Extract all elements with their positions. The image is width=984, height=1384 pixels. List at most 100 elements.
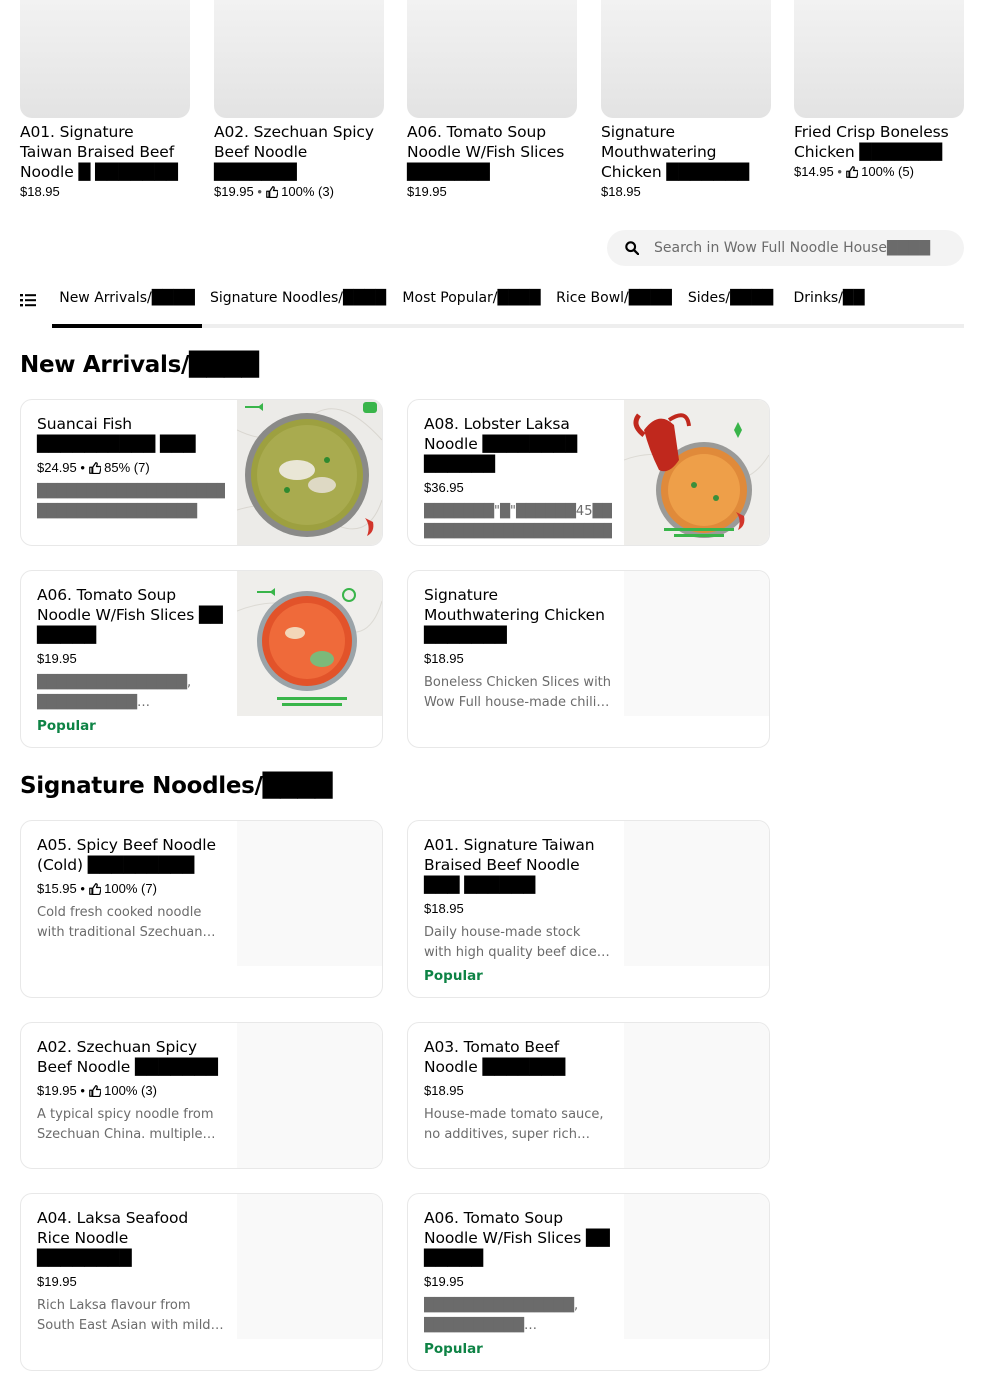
- featured-item[interactable]: A02. Szechuan Spicy Beef Noodle ███████ …: [214, 0, 384, 202]
- menu-item-price: $18.95: [424, 1083, 464, 1098]
- featured-item-price: $18.95: [601, 184, 641, 199]
- featured-item-image[interactable]: [407, 0, 577, 118]
- menu-item-description: ███████████████, ██████████ ████████████…: [37, 675, 192, 710]
- menu-item-title: Signature Mouthwatering Chicken ███████: [424, 586, 605, 644]
- menu-item-title: A08. Lobster Laksa Noodle ████████ █████…: [424, 415, 578, 473]
- featured-item[interactable]: A06. Tomato Soup Noodle W/Fish Slices ██…: [407, 0, 577, 202]
- featured-item-price: $14.95: [794, 164, 834, 179]
- search-icon: [625, 241, 639, 255]
- featured-item-title: Fried Crisp Boneless Chicken ███████: [794, 123, 949, 161]
- menu-item-body: A06. Tomato Soup Noodle W/Fish Slices ██…: [424, 1208, 612, 1336]
- featured-item-image[interactable]: [601, 0, 771, 118]
- menu-item-image[interactable]: [237, 400, 382, 545]
- featured-item-meta: $19.95 • 100% (3): [214, 184, 334, 199]
- menu-item-body: A02. Szechuan Spicy Beef Noodle ███████ …: [37, 1037, 225, 1145]
- popular-badge: Popular: [37, 718, 96, 734]
- tab-sides[interactable]: Sides/████: [679, 282, 782, 324]
- lobster-laksa-noodle-image: [624, 400, 769, 545]
- menu-item-description: Cold fresh cooked noodle with traditiona…: [37, 905, 203, 940]
- featured-item-image[interactable]: [20, 0, 190, 118]
- menu-item-price: $19.95: [37, 1274, 77, 1289]
- menu-item-description: Boneless Chicken Slices with Wow Full ho…: [424, 675, 612, 710]
- menu-item-meta: $15.95 • 100% (7): [37, 881, 157, 896]
- tab-most-popular[interactable]: Most Popular/████: [394, 282, 549, 324]
- menu-item-image[interactable]: [237, 821, 382, 966]
- menu-item-price: $19.95: [37, 651, 77, 666]
- menu-item-image[interactable]: [624, 571, 769, 716]
- menu-item-title: Suancai Fish ██████████ ███: [37, 415, 196, 453]
- sauerkraut-fish-soup-image: [237, 400, 382, 545]
- tab-signature-noodles[interactable]: Signature Noodles/████: [202, 282, 394, 324]
- menu-item-description: House-made tomato sauce, no additives, s…: [424, 1107, 604, 1142]
- menu-item-rating: 100% (3): [104, 1083, 157, 1098]
- category-tabs: New Arrivals/████ Signature Noodles/████…: [52, 282, 964, 328]
- featured-item-title: A06. Tomato Soup Noodle W/Fish Slices ██…: [407, 123, 565, 181]
- featured-item-meta: $19.95: [407, 182, 577, 202]
- menu-item-image[interactable]: [624, 1023, 769, 1168]
- featured-item-price: $18.95: [20, 184, 60, 199]
- popular-badge: Popular: [424, 968, 483, 984]
- menu-item-price: $24.95: [37, 460, 77, 475]
- featured-item-price: $19.95: [214, 184, 254, 199]
- menu-item-image[interactable]: [237, 571, 382, 716]
- menu-item-description: A typical spicy noodle from Szechuan Chi…: [37, 1107, 214, 1142]
- menu-item-card[interactable]: A06. Tomato Soup Noodle W/Fish Slices ██…: [20, 570, 383, 748]
- menu-item-card[interactable]: A04. Laksa Seafood Rice Noodle ████████ …: [20, 1193, 383, 1371]
- menu-item-price: $36.95: [424, 480, 464, 495]
- search-input[interactable]: [654, 240, 954, 256]
- menu-item-body: Suancai Fish ██████████ ███ $24.95 • 85%…: [37, 414, 225, 522]
- thumbs-up-icon: [265, 186, 278, 198]
- menu-item-price: $15.95: [37, 881, 77, 896]
- tab-rice-bowl[interactable]: Rice Bowl/████: [549, 282, 679, 324]
- menu-item-title: A02. Szechuan Spicy Beef Noodle ███████: [37, 1038, 218, 1076]
- menu-item-title: A06. Tomato Soup Noodle W/Fish Slices ██…: [424, 1209, 610, 1267]
- menu-item-title: A03. Tomato Beef Noodle ███████: [424, 1038, 566, 1076]
- store-search-bar[interactable]: [607, 230, 964, 266]
- thumbs-up-icon: [88, 462, 101, 474]
- menu-item-image[interactable]: [624, 400, 769, 545]
- featured-item-meta: $14.95 • 100% (5): [794, 164, 914, 179]
- menu-item-image[interactable]: [624, 821, 769, 966]
- menu-item-card[interactable]: A02. Szechuan Spicy Beef Noodle ███████ …: [20, 1022, 383, 1169]
- menu-item-card[interactable]: A03. Tomato Beef Noodle ███████ $18.95 H…: [407, 1022, 770, 1169]
- menu-item-meta: $18.95: [424, 649, 612, 669]
- menu-item-meta: $18.95: [424, 899, 612, 919]
- menu-item-image[interactable]: [237, 1194, 382, 1339]
- menu-item-meta: $19.95 • 100% (3): [37, 1083, 157, 1098]
- tab-new-arrivals[interactable]: New Arrivals/████: [52, 282, 202, 328]
- featured-item-rating: 100% (5): [861, 164, 914, 179]
- menu-item-card[interactable]: A08. Lobster Laksa Noodle ████████ █████…: [407, 399, 770, 546]
- menu-item-card[interactable]: A05. Spicy Beef Noodle (Cold) █████████ …: [20, 820, 383, 998]
- tab-drinks[interactable]: Drinks/██: [782, 282, 876, 324]
- menu-item-title: A01. Signature Taiwan Braised Beef Noodl…: [424, 836, 595, 894]
- menu-item-body: A04. Laksa Seafood Rice Noodle ████████ …: [37, 1208, 225, 1336]
- menu-item-image[interactable]: [624, 1194, 769, 1339]
- featured-item[interactable]: Signature Mouthwatering Chicken ███████ …: [601, 0, 771, 202]
- featured-item-rating: 100% (3): [281, 184, 334, 199]
- section-title: Signature Noodles/████: [20, 773, 333, 799]
- menu-item-body: A08. Lobster Laksa Noodle ████████ █████…: [424, 414, 612, 542]
- menu-item-body: A03. Tomato Beef Noodle ███████ $18.95 H…: [424, 1037, 612, 1145]
- category-list-icon[interactable]: [20, 292, 36, 308]
- menu-item-price: $18.95: [424, 651, 464, 666]
- menu-item-body: Signature Mouthwatering Chicken ███████ …: [424, 585, 612, 713]
- featured-item-price: $19.95: [407, 184, 447, 199]
- menu-item-card[interactable]: A06. Tomato Soup Noodle W/Fish Slices ██…: [407, 1193, 770, 1371]
- thumbs-up-icon: [845, 166, 858, 178]
- tomato-fish-soup-noodle-image: [237, 571, 382, 716]
- menu-item-rating: 100% (7): [104, 881, 157, 896]
- menu-item-card[interactable]: Signature Mouthwatering Chicken ███████ …: [407, 570, 770, 748]
- popular-badge: Popular: [424, 1341, 483, 1357]
- featured-item[interactable]: Fried Crisp Boneless Chicken ███████ $14…: [794, 0, 964, 182]
- menu-item-meta: $19.95: [37, 1272, 225, 1292]
- menu-item-card[interactable]: A01. Signature Taiwan Braised Beef Noodl…: [407, 820, 770, 998]
- menu-item-image[interactable]: [237, 1023, 382, 1168]
- menu-item-card[interactable]: Suancai Fish ██████████ ███ $24.95 • 85%…: [20, 399, 383, 546]
- menu-item-body: A06. Tomato Soup Noodle W/Fish Slices ██…: [37, 585, 225, 713]
- featured-item-title: Signature Mouthwatering Chicken ███████: [601, 123, 750, 181]
- featured-item[interactable]: A01. Signature Taiwan Braised Beef Noodl…: [20, 0, 190, 202]
- featured-item-image[interactable]: [794, 0, 964, 118]
- featured-item-image[interactable]: [214, 0, 384, 118]
- menu-item-description: Rich Laksa flavour from South East Asian…: [37, 1298, 211, 1333]
- menu-item-price: $18.95: [424, 901, 464, 916]
